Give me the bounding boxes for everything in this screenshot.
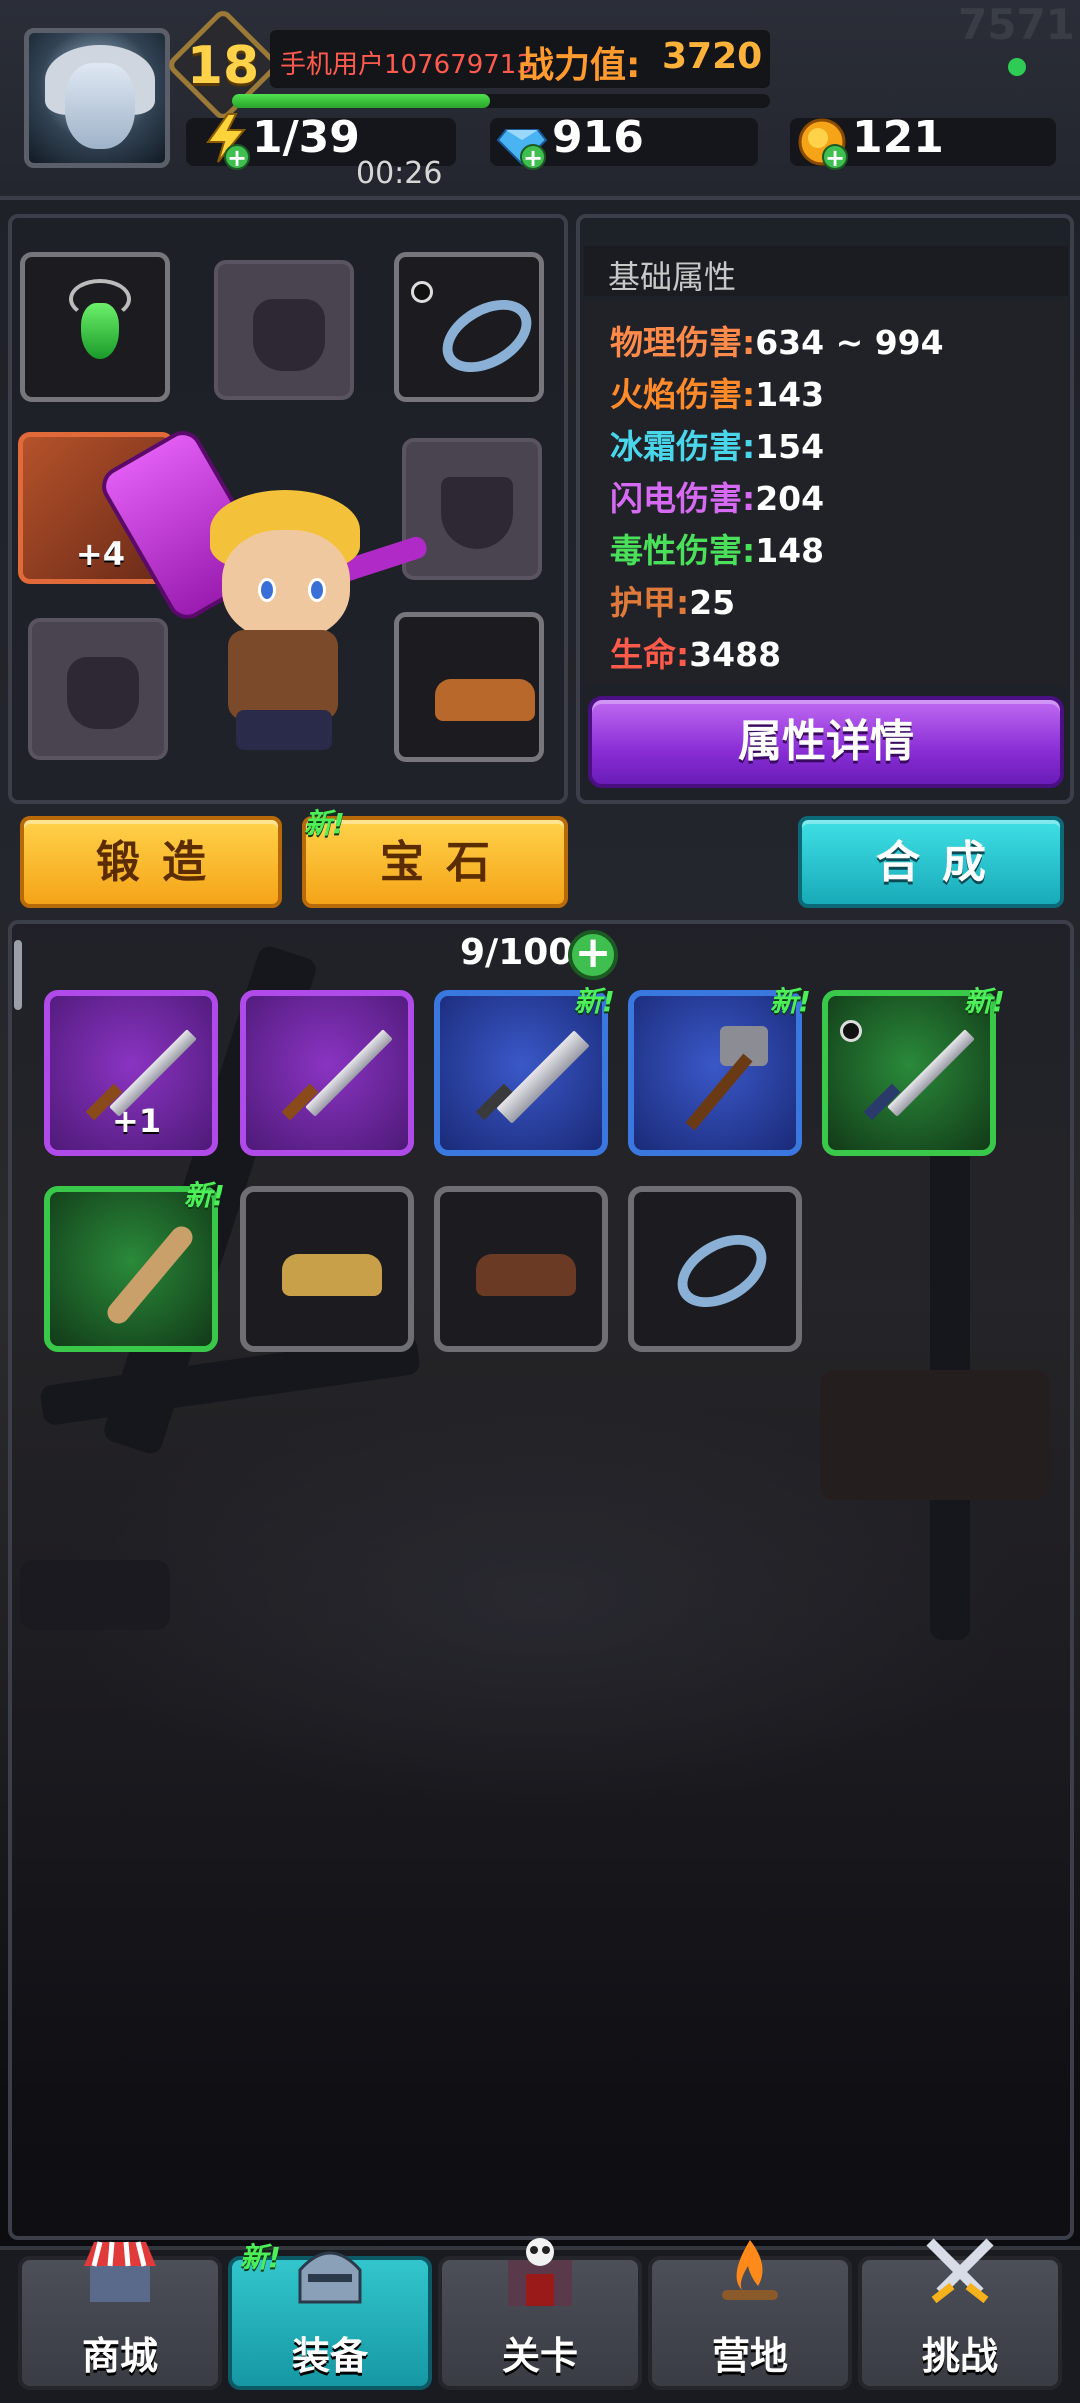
player-name: 手机用户107679713 [280, 50, 533, 80]
stat-label: 闪电伤害: [610, 479, 756, 518]
slot-armor[interactable] [28, 618, 168, 760]
slot-amulet[interactable] [20, 252, 170, 402]
campfire-icon [722, 2240, 778, 2300]
stat-value: 25 [689, 583, 736, 622]
inventory-item[interactable] [434, 1186, 608, 1352]
stat-lightning-damage: 闪电伤害:204 [610, 472, 824, 520]
slot-helmet[interactable] [214, 260, 354, 400]
inventory-item[interactable] [628, 1186, 802, 1352]
stat-value: 143 [755, 375, 825, 414]
experience-fill [232, 94, 491, 108]
attribute-details-button[interactable]: 属性详情 [588, 696, 1064, 788]
item-new-badge: 新! [770, 985, 811, 1018]
stat-fire-damage: 火焰伤害:143 [610, 368, 824, 416]
stat-label: 生命: [610, 635, 690, 674]
stat-health: 生命:3488 [610, 628, 781, 676]
greatsword-icon [496, 1030, 590, 1124]
inventory-capacity: 9/100 [460, 932, 574, 973]
stat-value: 154 [755, 427, 825, 466]
combat-power-value: 3720 [662, 36, 763, 77]
sword-icon [305, 1029, 393, 1117]
forge-label: 锻造 [96, 837, 228, 888]
energy-value: 1/39 [252, 112, 360, 163]
boots-icon [282, 1254, 382, 1296]
forge-button[interactable]: 锻造 [20, 816, 282, 908]
stat-frost-damage: 冰霜伤害:154 [610, 420, 824, 468]
stat-label: 护甲: [610, 583, 690, 622]
energy-timer: 00:26 [356, 156, 443, 191]
sword-icon [887, 1029, 975, 1117]
experience-bar [232, 94, 770, 108]
boots-icon [476, 1254, 576, 1296]
item-new-badge: 新! [184, 1179, 225, 1212]
stat-value: 634 ~ 994 [755, 323, 944, 362]
armor-silhouette-icon [67, 657, 139, 729]
stat-value: 204 [755, 479, 825, 518]
stat-value: 3488 [689, 635, 782, 674]
attribute-details-label: 属性详情 [738, 716, 914, 767]
synthesize-button[interactable]: 合成 [798, 816, 1064, 908]
helmet-silhouette-icon [253, 299, 325, 371]
shop-icon [84, 2241, 156, 2302]
helmet-icon [298, 2251, 362, 2304]
add-energy-icon[interactable]: + [224, 144, 250, 170]
inventory-scrollbar[interactable] [14, 940, 22, 1010]
ring-icon [664, 1220, 780, 1322]
slot-ring[interactable] [394, 252, 545, 402]
gold-value: 121 [852, 112, 944, 163]
stat-label: 火焰伤害: [610, 375, 756, 414]
combat-power-label: 战力值: [518, 45, 641, 86]
add-gold-icon[interactable]: + [822, 144, 848, 170]
ring-icon [429, 285, 545, 387]
inventory-item[interactable]: +1 [44, 990, 218, 1156]
stat-poison-damage: 毒性伤害:148 [610, 524, 824, 572]
add-gems-icon[interactable]: + [520, 144, 546, 170]
stat-label: 物理伤害: [610, 323, 756, 362]
nav-shop-label: 商城 [81, 2334, 158, 2378]
weapon-upgrade-level: +4 [75, 535, 125, 573]
spiked-club-icon [103, 1221, 197, 1329]
stat-armor: 护甲:25 [610, 576, 735, 624]
hero-character [180, 470, 440, 770]
gem-value: 916 [552, 112, 644, 163]
stat-physical-damage: 物理伤害:634 ~ 994 [610, 316, 944, 364]
synthesize-label: 合成 [876, 837, 1008, 888]
inventory-item[interactable] [240, 990, 414, 1156]
shield-silhouette-icon [441, 477, 513, 549]
inventory-item[interactable] [240, 1186, 414, 1352]
corner-number: 7571 [958, 0, 1075, 49]
nav-camp-label: 营地 [711, 2334, 788, 2378]
stat-label: 毒性伤害: [610, 531, 756, 570]
online-status-dot [1008, 58, 1026, 76]
gem-new-badge: 新! [304, 807, 345, 840]
expand-inventory-button[interactable]: + [568, 930, 618, 980]
crossed-swords-icon [926, 2238, 994, 2304]
stats-title: 基础属性 [608, 258, 737, 296]
nav-equipment-label: 装备 [291, 2334, 368, 2378]
item-new-badge: 新! [964, 985, 1005, 1018]
nav-equipment-new-badge: 新! [240, 2241, 281, 2274]
item-upgrade-level: +1 [112, 1102, 162, 1140]
dungeon-skull-icon [508, 2238, 572, 2306]
nav-stage-label: 关卡 [501, 2334, 578, 2378]
boots-icon [435, 679, 535, 721]
nav-challenge-label: 挑战 [921, 2334, 998, 2378]
amulet-icon [81, 303, 119, 359]
stat-value: 148 [755, 531, 825, 570]
stat-label: 冰霜伤害: [610, 427, 756, 466]
player-level: 18 [186, 36, 260, 96]
item-new-badge: 新! [574, 985, 615, 1018]
player-avatar[interactable] [24, 28, 170, 168]
